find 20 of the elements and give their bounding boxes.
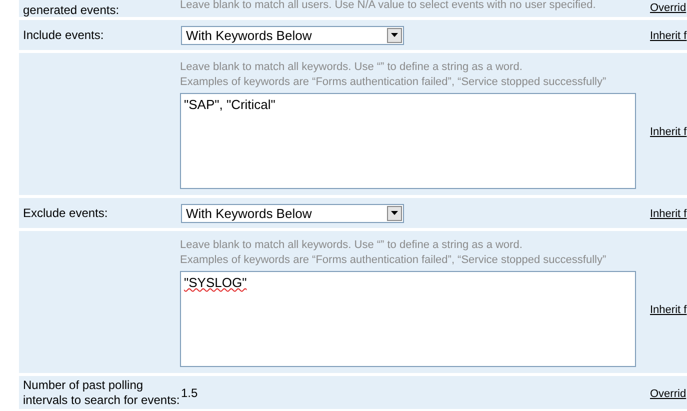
inherit-link[interactable]: Inherit f — [650, 30, 687, 42]
hint-text: Leave blank to match all keywords. Use “” to define a string as a word. — [180, 238, 524, 252]
hint-text: Examples of keywords are “Forms authentication failed”, “Service stopped successfully” — [180, 252, 608, 268]
keywords-text-area[interactable]: "SYSLOG" — [180, 270, 636, 366]
inherit-link[interactable]: Overrid — [650, 2, 686, 14]
field-label: generated events: — [23, 3, 120, 17]
hint-text: Leave blank to match all users. Use N/A value to select events with no user specified. — [180, 0, 597, 11]
inherit-link[interactable]: Inherit f — [650, 304, 687, 316]
hint-text: Leave blank to match all keywords. Use “” to define a string as a word. — [180, 60, 524, 74]
inherit-link[interactable]: Inherit f — [650, 208, 687, 220]
field-label: Number of past polling intervals to search for events: — [23, 378, 180, 408]
inherit-link[interactable]: Inherit f — [650, 126, 687, 138]
inherit-link[interactable]: Overrid — [650, 388, 686, 400]
hint-text: Examples of keywords are “Forms authentication failed”, “Service stopped successfully” — [180, 74, 608, 90]
field-label: Exclude events: — [23, 206, 108, 220]
keyword-dropdown[interactable]: With Keywords Below — [181, 204, 404, 222]
field-value: 1.5 — [180, 386, 199, 400]
keyword-dropdown[interactable]: With Keywords Below — [181, 26, 404, 44]
keywords-text-area[interactable]: "SAP", "Critical" — [180, 92, 636, 188]
field-label: Include events: — [23, 28, 104, 42]
